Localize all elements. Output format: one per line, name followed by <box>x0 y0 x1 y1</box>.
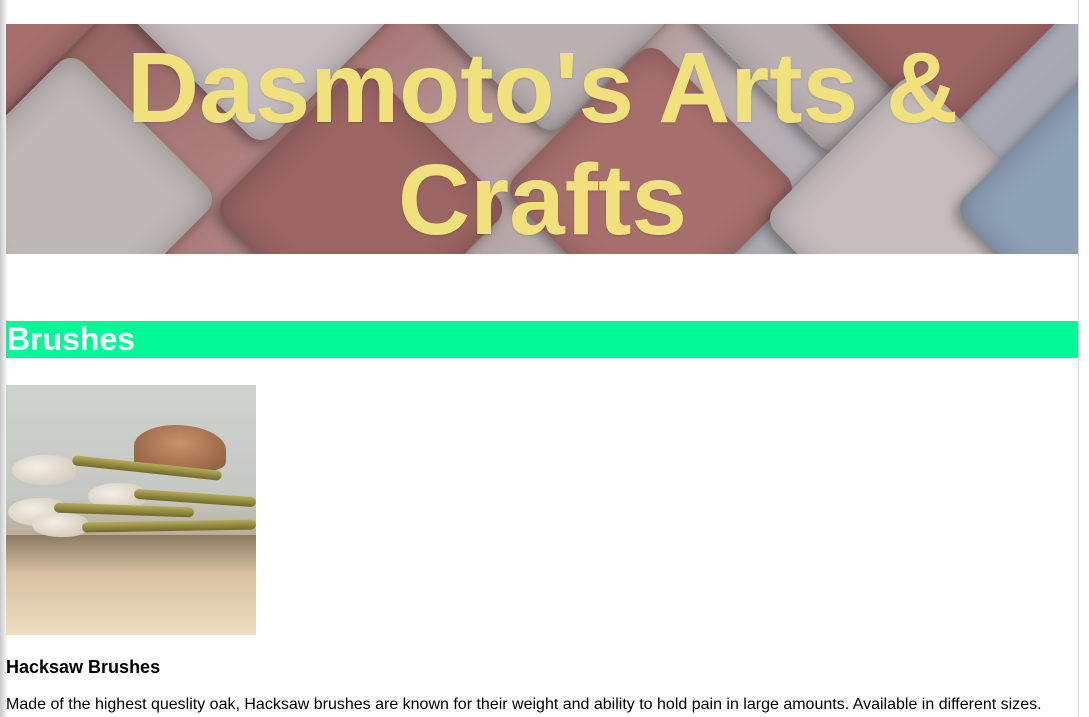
brush-handle <box>133 488 256 508</box>
window-right-edge <box>1078 0 1089 717</box>
brush-bristle <box>32 513 88 537</box>
page-title: Dasmoto's Arts & Crafts <box>126 32 959 254</box>
page: Dasmoto's Arts & Crafts Brushes Hacksaw … <box>0 0 1089 717</box>
table-surface <box>6 535 256 635</box>
brush-bristle <box>12 455 76 485</box>
product-description: Made of the highest queslity oak, Hacksa… <box>6 696 1042 713</box>
section-heading: Brushes <box>7 321 136 357</box>
section-heading-bar: Brushes <box>6 321 1079 358</box>
product-name: Hacksaw Brushes <box>6 657 161 677</box>
header-banner: Dasmoto's Arts & Crafts <box>6 24 1079 254</box>
brushes-image <box>6 385 256 635</box>
brush-handle <box>81 519 256 533</box>
